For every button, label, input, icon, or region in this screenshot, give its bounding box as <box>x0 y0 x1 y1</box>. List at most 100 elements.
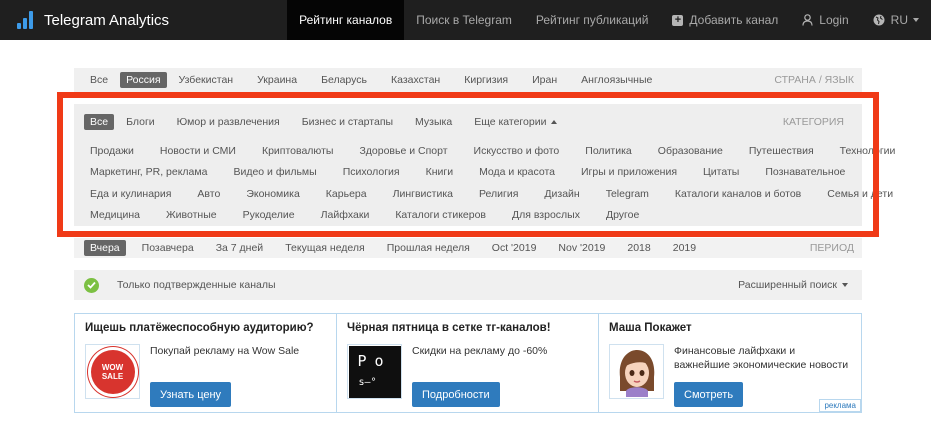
verified-filter: Только подтвержденные каналы Расширенный… <box>74 270 862 300</box>
category-music[interactable]: Музыка <box>409 114 458 130</box>
category-item[interactable]: Цитаты <box>697 164 745 180</box>
country-uzbekistan[interactable]: Узбекистан <box>173 72 240 88</box>
category-item[interactable]: Видео и фильмы <box>227 164 322 180</box>
category-row: Маркетинг, PR, реклама Видео и фильмы Пс… <box>84 162 852 184</box>
category-item[interactable]: Технологии <box>834 143 902 159</box>
country-kyrgyzstan[interactable]: Киргизия <box>458 72 514 88</box>
masha-avatar[interactable] <box>609 344 664 399</box>
category-item[interactable]: Telegram <box>600 186 655 202</box>
logo-text: Po <box>357 351 392 370</box>
pos-logo[interactable]: Po s—° <box>347 344 402 399</box>
category-item[interactable]: Животные <box>160 207 223 223</box>
brand-title: Telegram Analytics <box>44 11 170 29</box>
nav-telegram-search[interactable]: Поиск в Telegram <box>404 0 524 40</box>
top-navbar: Telegram Analytics Рейтинг каналов Поиск… <box>0 0 931 40</box>
period-oct-2019[interactable]: Oct '2019 <box>486 240 543 256</box>
nav-login[interactable]: Login <box>790 0 860 40</box>
check-circle-icon[interactable] <box>84 277 99 293</box>
category-item[interactable]: Другое <box>600 207 645 223</box>
logo-text: s—° <box>358 376 377 388</box>
category-item[interactable]: Лингвистика <box>387 186 459 202</box>
category-list: Продажи Новости и СМИ Криптовалюты Здоро… <box>84 140 895 227</box>
brand[interactable]: Telegram Analytics <box>0 0 287 40</box>
category-item[interactable]: Искусство и фото <box>468 143 566 159</box>
category-all[interactable]: Все <box>84 114 115 130</box>
category-item[interactable]: Рукоделие <box>237 207 301 223</box>
category-item[interactable]: Карьера <box>320 186 373 202</box>
category-item[interactable]: Новости и СМИ <box>154 143 242 159</box>
promo-block: Ищешь платёжеспособную аудиторию? WOW SAL… <box>74 313 862 413</box>
avatar-illustration <box>619 349 654 397</box>
promo-card-wowsale: Ищешь платёжеспособную аудиторию? WOW SAL… <box>75 314 337 412</box>
category-item[interactable]: Криптовалюты <box>256 143 339 159</box>
category-humor[interactable]: Юмор и развлечения <box>171 114 286 130</box>
period-7-days[interactable]: За 7 дней <box>210 240 270 256</box>
country-kazakhstan[interactable]: Казахстан <box>385 72 446 88</box>
category-item[interactable]: Еда и кулинария <box>84 186 177 202</box>
promo-text: Скидки на рекламу до -60% <box>412 345 548 357</box>
country-filter: Все Россия Узбекистан Украина Беларусь К… <box>74 68 862 92</box>
category-item[interactable]: Для взрослых <box>506 207 586 223</box>
category-filter: Все Блоги Юмор и развлечения Бизнес и ст… <box>74 104 895 227</box>
advanced-search-toggle[interactable]: Расширенный поиск <box>738 279 862 291</box>
category-item[interactable]: Образование <box>652 143 729 159</box>
period-2019[interactable]: 2019 <box>667 240 702 256</box>
promo-card-blackfriday: Чёрная пятница в сетке тг-каналов! Po s—°… <box>337 314 599 412</box>
nav-channel-rating[interactable]: Рейтинг каналов <box>287 0 405 40</box>
category-item[interactable]: Познавательное <box>759 164 851 180</box>
period-yesterday[interactable]: Вчера <box>84 240 126 256</box>
nav-language[interactable]: RU <box>861 0 931 40</box>
wow-sale-logo[interactable]: WOW SALE <box>85 344 140 399</box>
nav-label: Рейтинг каналов <box>299 13 393 27</box>
category-item[interactable]: Религия <box>473 186 524 202</box>
category-item[interactable]: Каталоги каналов и ботов <box>669 186 807 202</box>
ad-tag[interactable]: реклама <box>819 399 861 412</box>
country-all[interactable]: Все <box>84 72 114 88</box>
category-item[interactable]: Маркетинг, PR, реклама <box>84 164 213 180</box>
country-iran[interactable]: Иран <box>526 72 563 88</box>
category-item[interactable]: Продажи <box>84 143 140 159</box>
more-categories-label: Еще категории <box>474 116 547 128</box>
category-row: Еда и кулинария Авто Экономика Карьера Л… <box>84 183 893 205</box>
category-blogs[interactable]: Блоги <box>120 114 161 130</box>
bar-chart-icon <box>17 11 33 29</box>
period-current-week[interactable]: Текущая неделя <box>279 240 371 256</box>
country-panel-label: СТРАНА / ЯЗЫК <box>774 74 854 86</box>
country-ukraine[interactable]: Украина <box>251 72 303 88</box>
nav-publication-rating[interactable]: Рейтинг публикаций <box>524 0 661 40</box>
logo-text: WOW <box>101 362 124 372</box>
category-item[interactable]: Каталоги стикеров <box>389 207 492 223</box>
plus-square-icon: + <box>672 14 684 26</box>
category-item[interactable]: Семья и дети <box>821 186 899 202</box>
country-belarus[interactable]: Беларусь <box>315 72 373 88</box>
period-2018[interactable]: 2018 <box>621 240 656 256</box>
category-row: Медицина Животные Рукоделие Лайфхаки Кат… <box>84 205 852 227</box>
category-item[interactable]: Путешествия <box>743 143 820 159</box>
category-item[interactable]: Здоровье и Спорт <box>353 143 453 159</box>
category-item[interactable]: Игры и приложения <box>575 164 683 180</box>
category-item[interactable]: Медицина <box>84 207 146 223</box>
period-nov-2019[interactable]: Nov '2019 <box>552 240 611 256</box>
country-english[interactable]: Англоязычные <box>575 72 658 88</box>
category-business[interactable]: Бизнес и стартапы <box>296 114 399 130</box>
nav-label: Login <box>819 13 849 27</box>
nav-add-channel[interactable]: + Добавить канал <box>660 0 790 40</box>
category-item[interactable]: Авто <box>191 186 226 202</box>
details-button[interactable]: Подробности <box>412 382 500 407</box>
category-item[interactable]: Экономика <box>240 186 305 202</box>
category-item[interactable]: Лайфхаки <box>315 207 376 223</box>
category-item[interactable]: Политика <box>579 143 638 159</box>
category-item[interactable]: Дизайн <box>538 186 585 202</box>
verified-only-label[interactable]: Только подтвержденные каналы <box>117 279 276 291</box>
chevron-down-icon <box>913 18 919 22</box>
country-russia[interactable]: Россия <box>120 72 167 88</box>
category-item[interactable]: Психология <box>337 164 406 180</box>
category-item[interactable]: Книги <box>420 164 459 180</box>
category-item[interactable]: Мода и красота <box>473 164 561 180</box>
chevron-up-icon <box>551 120 558 125</box>
find-price-button[interactable]: Узнать цену <box>150 382 232 407</box>
watch-button[interactable]: Смотреть <box>674 382 744 407</box>
period-last-week[interactable]: Прошлая неделя <box>381 240 476 256</box>
more-categories-toggle[interactable]: Еще категории <box>468 114 563 130</box>
period-day-before[interactable]: Позавчера <box>136 240 200 256</box>
